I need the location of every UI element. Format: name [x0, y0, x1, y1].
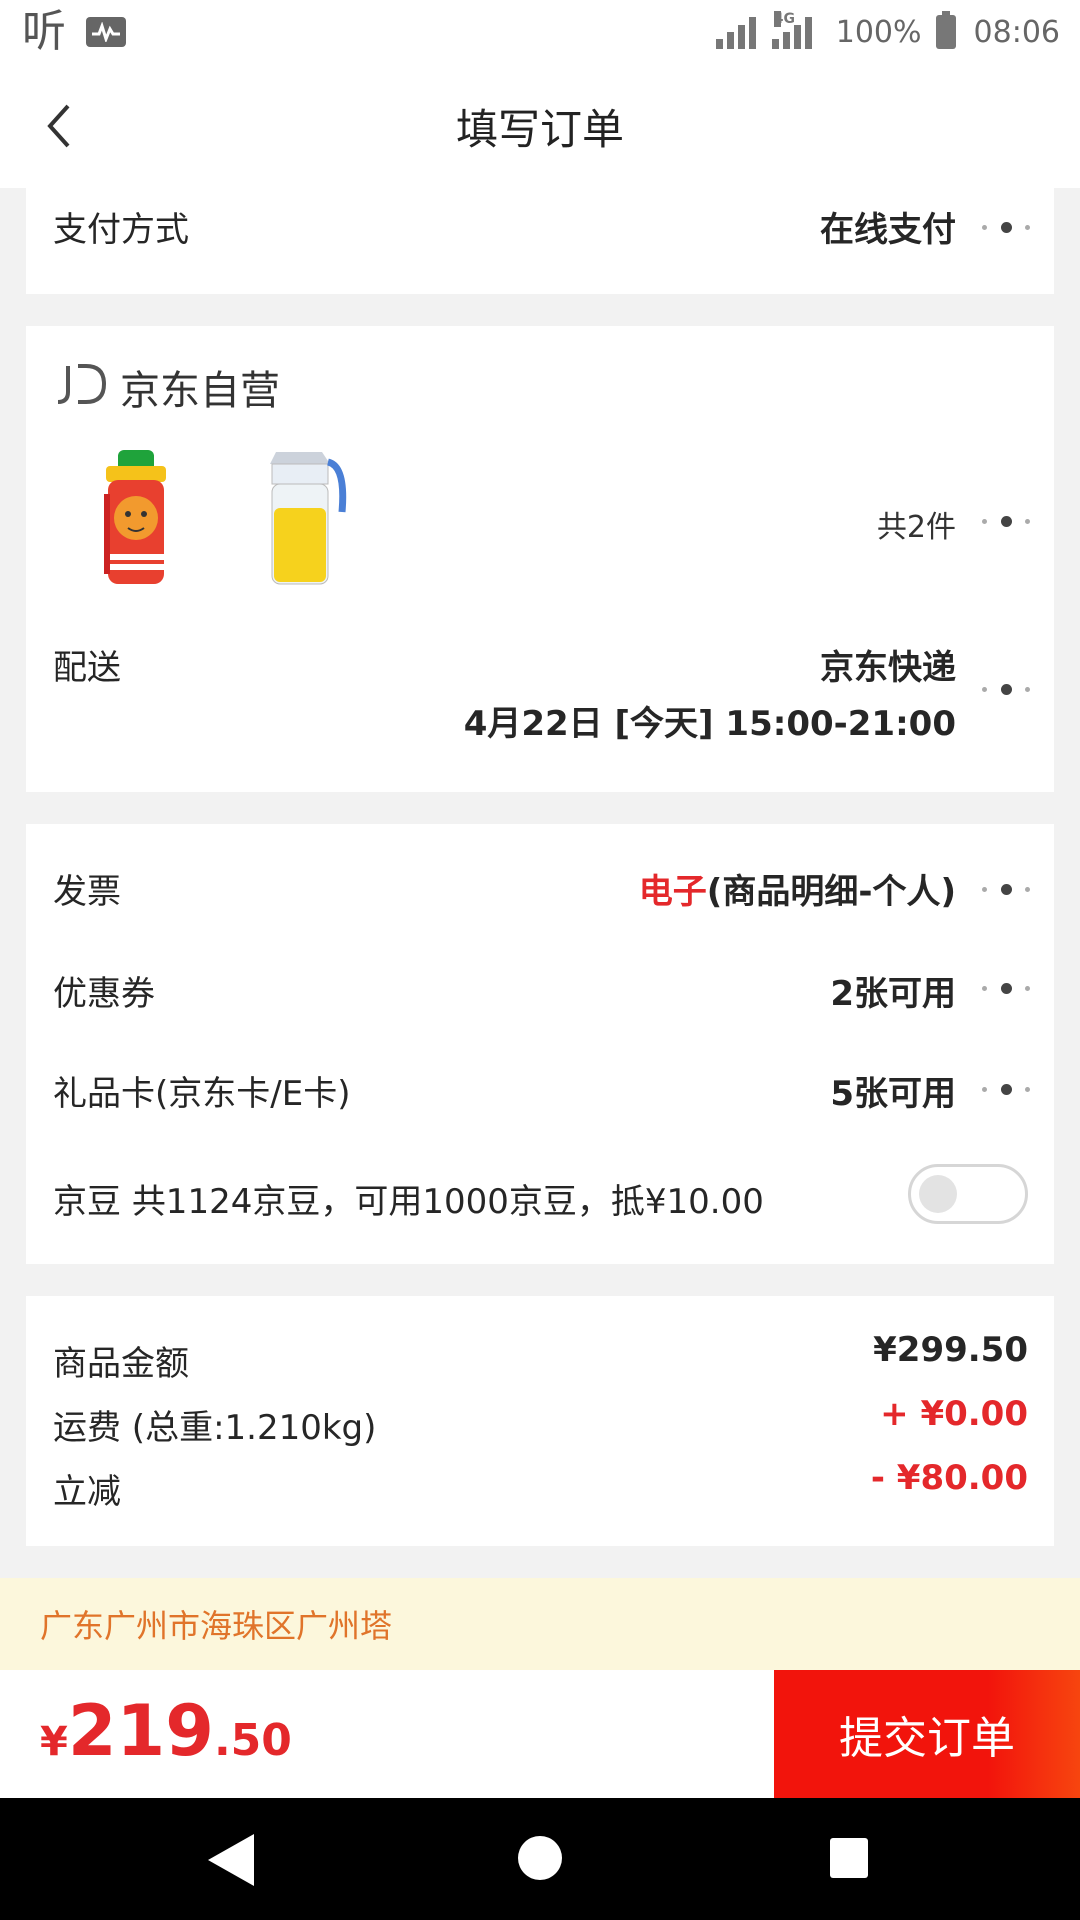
total-decimal: .50: [213, 1715, 292, 1766]
coupon-label: 优惠券: [53, 974, 155, 1014]
jingdou-label: 京豆: [53, 1182, 121, 1222]
listen-app-icon: 听: [22, 6, 66, 57]
invoice-detail: (商品明细-个人): [706, 872, 956, 912]
order-total: ¥ 219 .50: [40, 1690, 292, 1772]
activity-icon: [86, 17, 126, 47]
jingdou-detail: 共1124京豆，可用1000京豆，抵¥10.00: [131, 1182, 764, 1222]
giftcard-value: 5张可用: [830, 1074, 956, 1114]
chevron-left-icon[interactable]: [38, 102, 86, 150]
more-icon[interactable]: [982, 982, 1030, 994]
more-icon[interactable]: [982, 1083, 1030, 1095]
more-icon[interactable]: [982, 683, 1030, 695]
invoice-type: 电子: [638, 872, 707, 912]
discount-value: - ¥80.00: [870, 1458, 1028, 1498]
invoice-label: 发票: [53, 872, 121, 912]
payment-card[interactable]: 支付方式 在线支付: [26, 188, 1054, 294]
giftcard-label: 礼品卡(京东卡/E卡): [53, 1074, 351, 1114]
status-bar: 听 4G 100% 08:06: [0, 0, 1080, 64]
invoice-value: 电子(商品明细-个人): [639, 864, 956, 913]
nav-home-icon[interactable]: [518, 1836, 562, 1880]
shipping-label: 运费 (总重:1.210kg): [53, 1408, 377, 1448]
currency-symbol: ¥: [40, 1719, 68, 1765]
jingdou-toggle[interactable]: [908, 1164, 1028, 1224]
options-card: 发票 电子(商品明细-个人) 优惠券 2张可用 礼品卡(京东卡/E卡) 5张可用…: [26, 824, 1054, 1264]
jd-logo-icon: [57, 364, 107, 404]
summary-card: 商品金额 ¥299.50 运费 (总重:1.210kg) + ¥0.00 立减 …: [26, 1296, 1054, 1546]
goods-label: 商品金额: [53, 1344, 189, 1384]
payment-value: 在线支付: [820, 210, 956, 250]
system-nav-bar: [0, 1798, 1080, 1920]
nav-back-icon[interactable]: [204, 1830, 260, 1890]
more-icon[interactable]: [982, 221, 1030, 233]
delivery-method: 京东快递: [820, 648, 956, 688]
more-icon[interactable]: [982, 883, 1030, 895]
nav-recent-icon[interactable]: [830, 1838, 868, 1878]
jingdou-text: 京豆 共1124京豆，可用1000京豆，抵¥10.00: [53, 1174, 764, 1223]
address-text: 广东广州市海珠区广州塔: [40, 1607, 393, 1645]
submit-order-button[interactable]: 提交订单: [774, 1670, 1080, 1798]
kids-water-bottle-icon[interactable]: [76, 444, 196, 594]
status-time: 08:06: [973, 14, 1060, 50]
payment-label: 支付方式: [53, 210, 189, 250]
discount-label: 立减: [53, 1472, 121, 1512]
oil-dispenser-icon[interactable]: [242, 442, 362, 592]
battery-percent: 100%: [835, 14, 922, 50]
address-bar[interactable]: 广东广州市海珠区广州塔: [0, 1578, 1080, 1670]
shipping-value: + ¥0.00: [880, 1394, 1028, 1434]
delivery-label: 配送: [53, 648, 121, 688]
battery-icon: [935, 11, 956, 49]
delivery-time: 4月22日 [今天] 15:00-21:00: [463, 704, 956, 744]
shop-card: 京东自营 共2件 配送 京东快递 4月22日 [今天] 15:00-21:00: [26, 326, 1054, 792]
signal-4g-icon: 4G: [771, 11, 812, 49]
header: 填写订单: [0, 64, 1080, 188]
signal-icon: [715, 15, 756, 49]
bottom-bar: ¥ 219 .50 提交订单: [0, 1670, 1080, 1798]
more-icon[interactable]: [982, 515, 1030, 527]
goods-value: ¥299.50: [873, 1330, 1028, 1370]
shop-name: 京东自营: [120, 368, 280, 414]
total-integer: 219: [67, 1690, 214, 1772]
coupon-value: 2张可用: [830, 974, 956, 1014]
page-title: 填写订单: [455, 104, 624, 154]
product-count: 共2件: [876, 510, 956, 545]
